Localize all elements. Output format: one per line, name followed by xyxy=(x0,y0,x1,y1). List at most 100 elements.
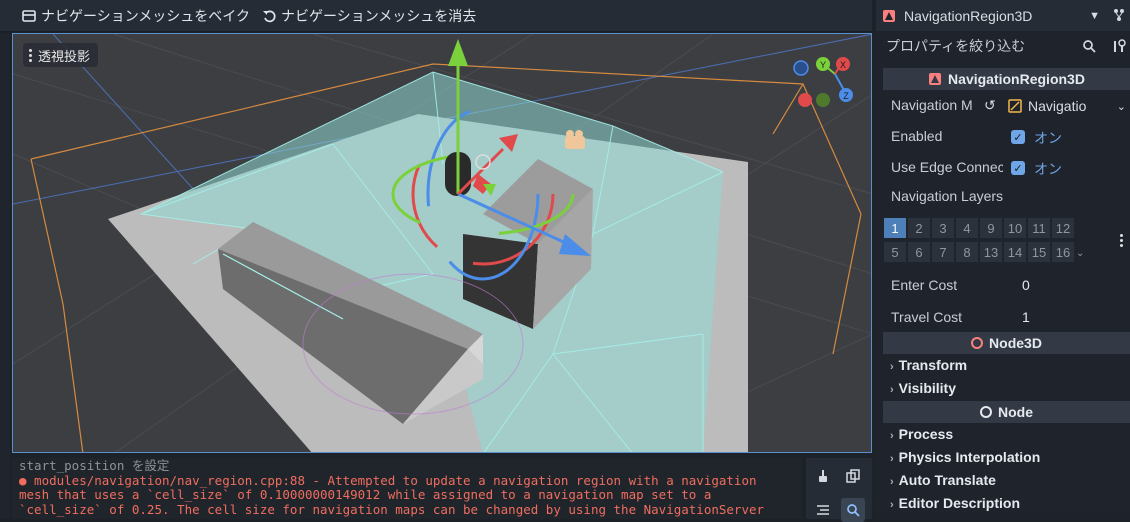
undo-icon xyxy=(263,10,276,23)
output-log[interactable]: start_position を設定 ● modules/navigation/… xyxy=(12,458,802,519)
class-header-label: Node xyxy=(998,404,1033,420)
class-header-label: Node3D xyxy=(989,335,1042,351)
log-line: `cell_size` of 0.25. The cell size for n… xyxy=(19,501,765,517)
bake-navmesh-button[interactable]: ナビゲーションメッシュをベイク xyxy=(22,6,250,26)
use-edge-value: オン xyxy=(1034,161,1062,177)
list-filter-icon xyxy=(817,505,829,515)
log-line: mesh that uses a `cell_size` of 0.100000… xyxy=(19,487,712,502)
bake-icon xyxy=(22,10,36,22)
clear-log-button[interactable] xyxy=(811,464,835,488)
group-physics-interpolation[interactable]: › Physics Interpolation xyxy=(890,449,1040,465)
inspector-panel: NavigationRegion3D ▼ プロパティを絞り込む Navigati… xyxy=(876,0,1130,519)
clear-navmesh-button[interactable]: ナビゲーションメッシュを消去 xyxy=(262,6,476,26)
tools-icon[interactable] xyxy=(1112,39,1126,53)
kebab-menu-icon xyxy=(29,48,32,62)
layer-bit[interactable]: 11 xyxy=(1028,218,1050,238)
group-label: Editor Description xyxy=(898,495,1021,511)
navigation-mesh-icon xyxy=(1008,99,1022,113)
search-icon xyxy=(847,504,860,517)
3d-viewport[interactable]: Y X Z 透視投影 xyxy=(12,33,872,453)
clear-navmesh-label: ナビゲーションメッシュを消去 xyxy=(281,8,477,24)
layer-bit[interactable]: 10 xyxy=(1004,218,1026,238)
scene-render: Y X Z xyxy=(13,34,871,452)
layer-bit[interactable]: 9 xyxy=(980,218,1002,238)
enabled-value: オン xyxy=(1034,130,1062,146)
copy-log-button[interactable] xyxy=(841,464,865,488)
class-header-node3d: Node3D xyxy=(883,332,1130,354)
layer-bit[interactable]: 14 xyxy=(1004,242,1026,262)
filter-placeholder: プロパティを絞り込む xyxy=(886,38,1026,54)
inspector-header: NavigationRegion3D ▼ xyxy=(876,0,1130,31)
group-label: Process xyxy=(898,426,954,442)
node3d-icon xyxy=(971,337,984,349)
property-use-edge-connections: Use Edge Connec ✓ オン xyxy=(876,153,1130,183)
chevron-right-icon: › xyxy=(890,430,894,442)
layer-bit[interactable]: 4 xyxy=(956,218,978,238)
class-header-label: NavigationRegion3D xyxy=(948,71,1085,87)
enter-cost-value[interactable]: 0 xyxy=(1022,277,1030,293)
chevron-right-icon: › xyxy=(890,453,894,465)
chevron-down-icon: ▼ xyxy=(1089,10,1100,22)
layer-grid: 1 2 3 4 9 10 11 12 5 6 7 8 13 14 15 16 ⌄ xyxy=(884,218,1084,264)
property-label: Travel Cost xyxy=(891,309,963,325)
bake-navmesh-label: ナビゲーションメッシュをベイク xyxy=(41,8,251,24)
group-editor-description[interactable]: › Editor Description xyxy=(890,495,1020,511)
chevron-right-icon: › xyxy=(890,476,894,488)
search-icon xyxy=(1083,40,1096,53)
node-selector[interactable]: NavigationRegion3D ▼ xyxy=(882,4,1100,28)
group-label: Physics Interpolation xyxy=(898,449,1041,465)
broom-icon xyxy=(819,470,827,482)
property-enter-cost: Enter Cost 0 xyxy=(876,271,1130,301)
layer-bit[interactable]: 13 xyxy=(980,242,1002,262)
node-selector-label: NavigationRegion3D xyxy=(904,8,1033,24)
output-tools xyxy=(806,458,872,522)
log-line: ● modules/navigation/nav_region.cpp:88 -… xyxy=(19,472,757,488)
filter-lines-button[interactable] xyxy=(811,498,835,522)
layer-bit[interactable]: 1 xyxy=(884,218,906,238)
property-label: Enter Cost xyxy=(891,277,958,293)
layer-bit[interactable]: 3 xyxy=(932,218,954,238)
group-transform[interactable]: › Transform xyxy=(890,357,967,373)
layer-bit[interactable]: 8 xyxy=(956,242,978,262)
chevron-down-icon: ⌄ xyxy=(1116,100,1126,113)
navigation-region-icon xyxy=(929,73,942,85)
property-label: Navigation M xyxy=(891,97,973,113)
chevron-right-icon: › xyxy=(890,384,894,396)
group-label: Transform xyxy=(898,357,968,373)
navigation-region-icon xyxy=(883,10,895,22)
property-filter-input[interactable]: プロパティを絞り込む xyxy=(882,34,1100,58)
group-visibility[interactable]: › Visibility xyxy=(890,380,956,396)
travel-cost-value[interactable]: 1 xyxy=(1022,309,1030,325)
property-navigation-layers: Navigation Layers xyxy=(876,182,1130,212)
layer-bit[interactable]: 16 xyxy=(1052,242,1074,262)
axis-z-label: Z xyxy=(843,91,849,101)
property-enabled: Enabled ✓ オン xyxy=(876,122,1130,152)
property-label: Use Edge Connec xyxy=(891,159,1003,175)
layer-bit[interactable]: 2 xyxy=(908,218,930,238)
search-log-button[interactable] xyxy=(841,498,865,522)
layer-bit[interactable]: 12 xyxy=(1052,218,1074,238)
left-dock-gutter xyxy=(0,33,10,519)
chevron-down-icon[interactable]: ⌄ xyxy=(1076,248,1084,259)
chevron-right-icon: › xyxy=(890,361,894,373)
layer-bit[interactable]: 15 xyxy=(1028,242,1050,262)
group-label: Auto Translate xyxy=(898,472,996,488)
layer-bit[interactable]: 5 xyxy=(884,242,906,262)
class-header-node: Node xyxy=(883,401,1130,423)
navigation-mesh-resource[interactable]: Navigatio ⌄ xyxy=(1008,94,1126,118)
group-auto-translate[interactable]: › Auto Translate xyxy=(890,472,996,488)
layer-bit[interactable]: 6 xyxy=(908,242,930,262)
use-edge-checkbox[interactable]: ✓ xyxy=(1011,161,1025,175)
enabled-checkbox[interactable]: ✓ xyxy=(1011,130,1025,144)
kebab-menu-icon[interactable] xyxy=(1120,234,1123,247)
perspective-menu-button[interactable]: 透視投影 xyxy=(23,43,99,67)
group-process[interactable]: › Process xyxy=(890,426,953,442)
axis-y-label: Y xyxy=(820,60,826,70)
layer-bit[interactable]: 7 xyxy=(932,242,954,262)
revert-icon[interactable]: ↺ xyxy=(984,97,996,114)
history-tree-icon[interactable] xyxy=(1112,8,1126,22)
log-line: start_position を設定 xyxy=(19,458,170,473)
orientation-gizmo[interactable]: Y X Z xyxy=(793,57,853,107)
class-header-navigation-region: NavigationRegion3D xyxy=(883,68,1130,90)
viewport-toolbar: ナビゲーションメッシュをベイク ナビゲーションメッシュを消去 xyxy=(0,0,872,32)
